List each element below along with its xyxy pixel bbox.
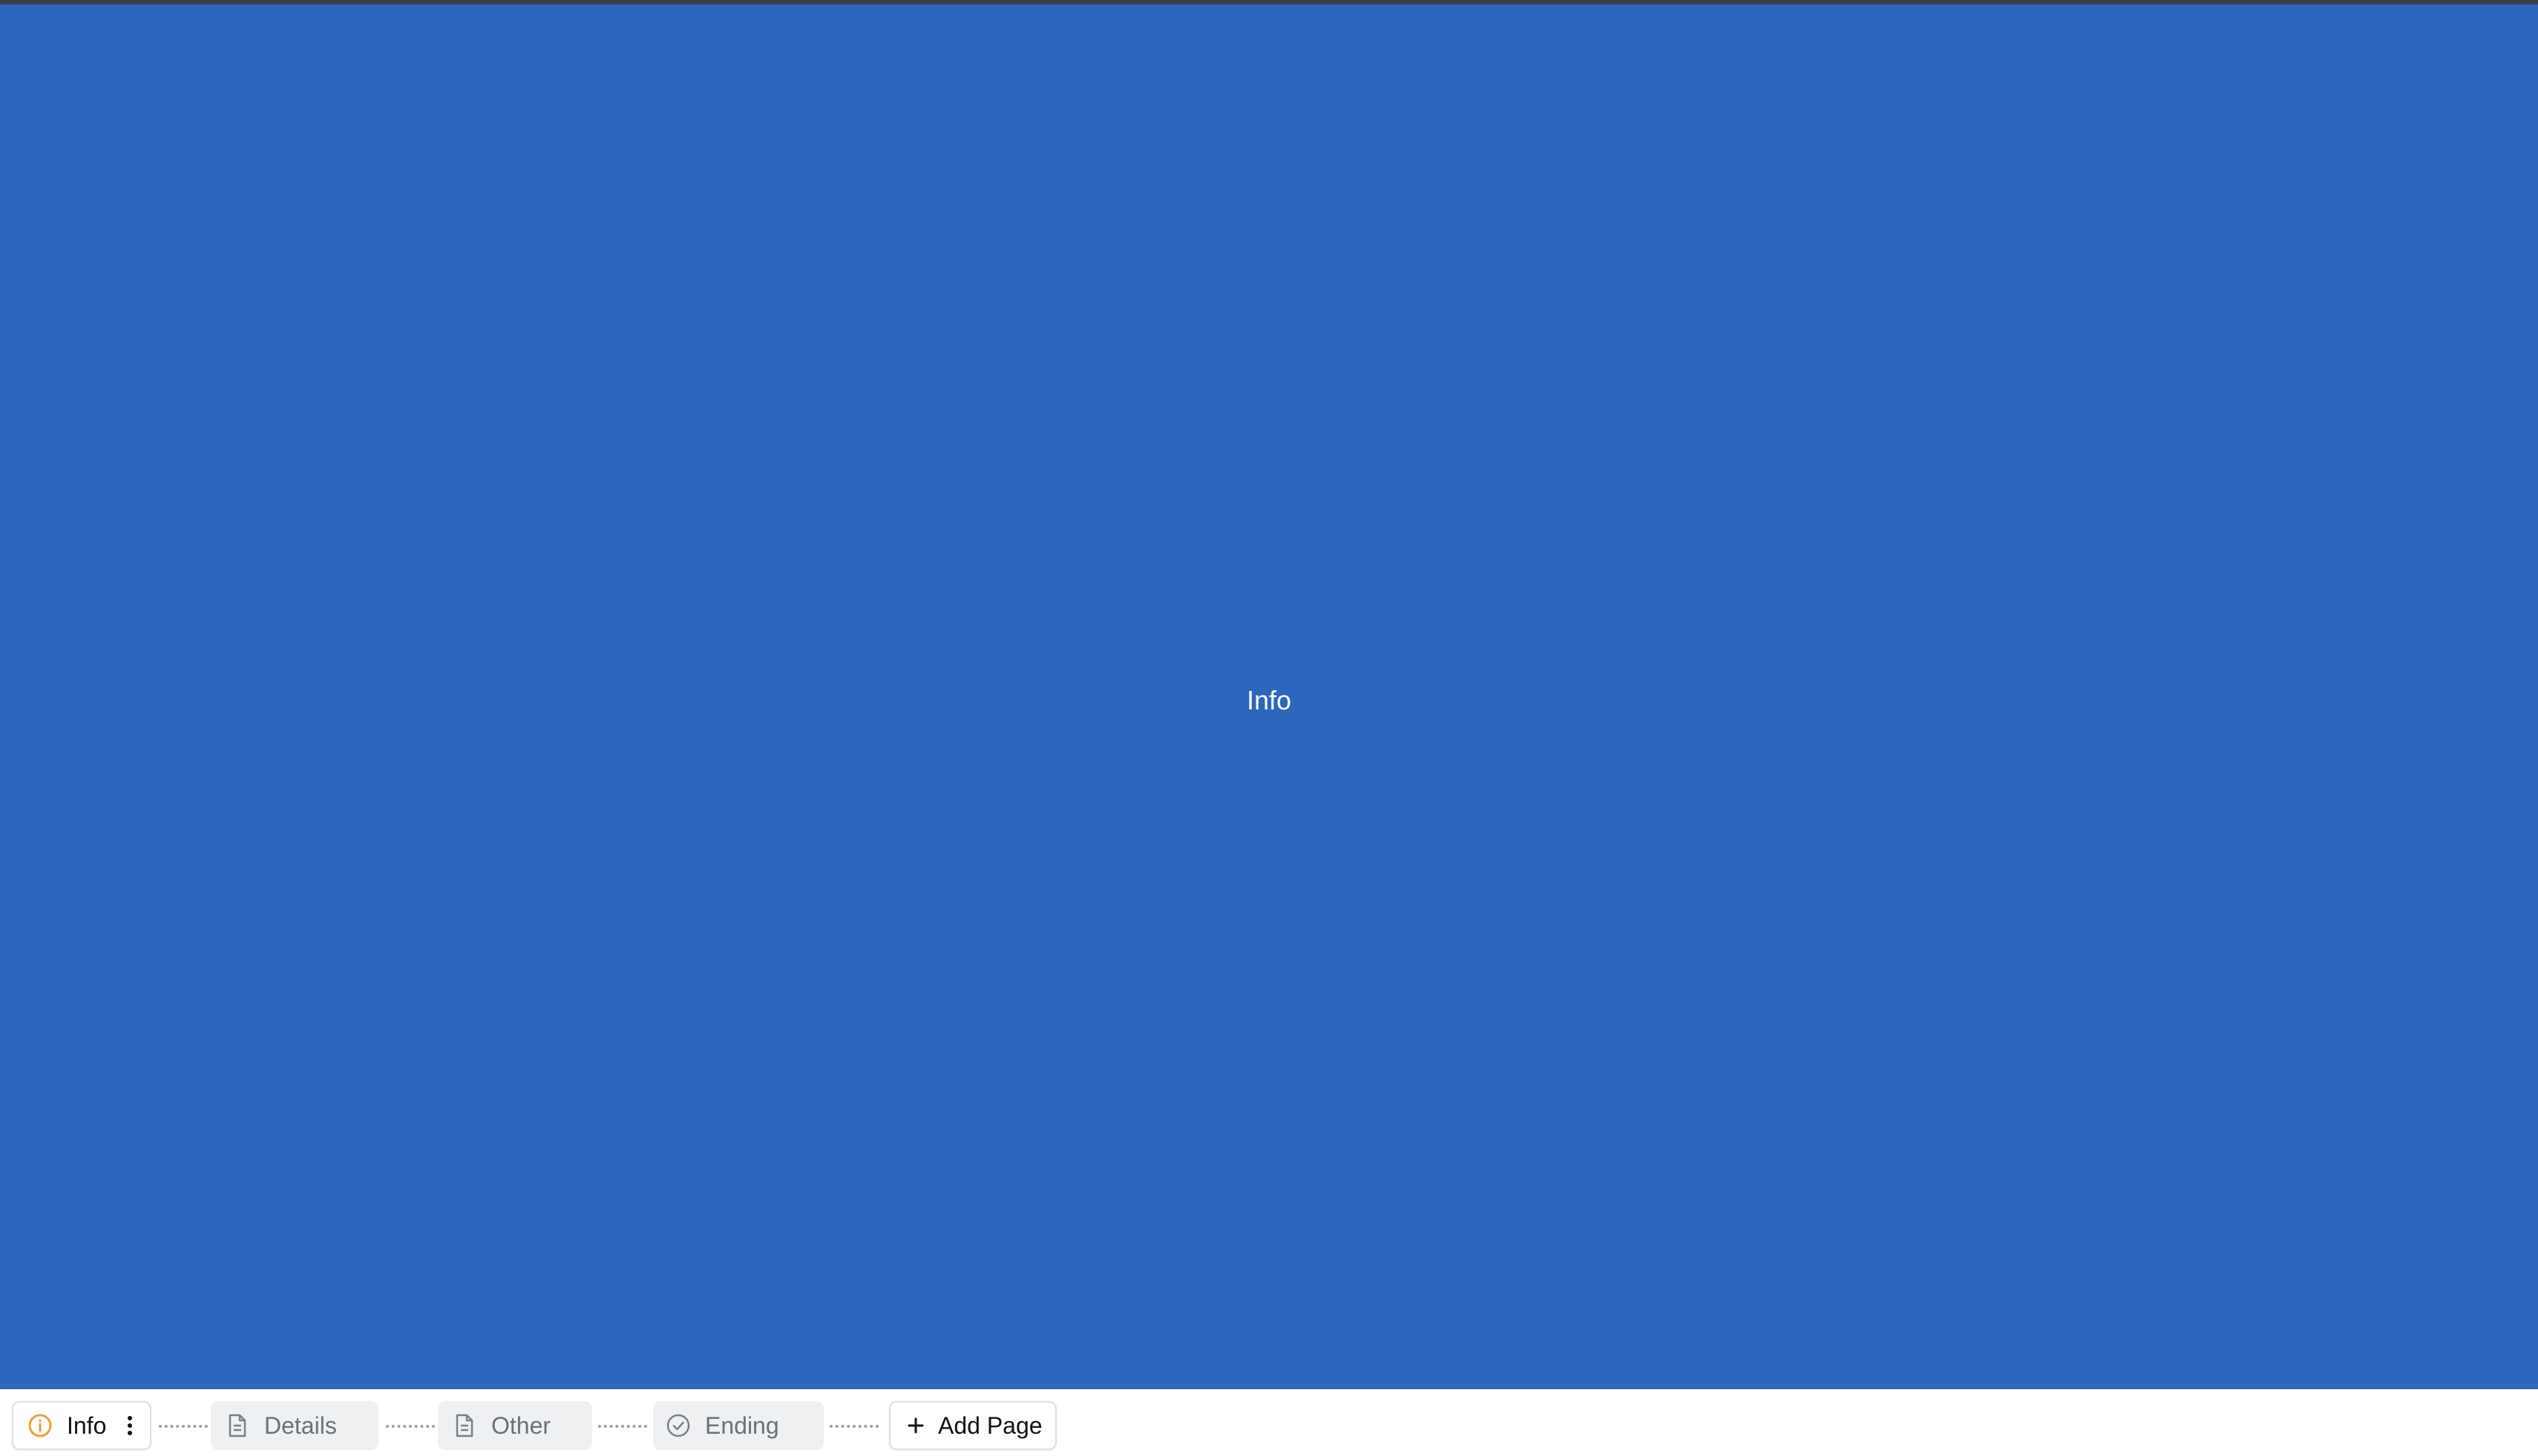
info-circle-icon xyxy=(27,1412,53,1439)
plus-icon xyxy=(905,1415,926,1436)
page-tab-details[interactable]: Details xyxy=(211,1401,378,1450)
canvas-page-title: Info xyxy=(1246,685,1292,715)
page-connector xyxy=(159,1425,208,1428)
page-connector xyxy=(830,1425,879,1428)
check-circle-icon xyxy=(665,1412,692,1439)
page-canvas[interactable]: Info xyxy=(0,4,2538,1389)
add-page-button[interactable]: Add Page xyxy=(889,1401,1057,1450)
page-tab-label: Other xyxy=(491,1411,551,1439)
page-navigation-bar: Info Details Other Ending Add Page xyxy=(0,1389,2538,1456)
add-page-label: Add Page xyxy=(938,1411,1043,1439)
page-tab-info[interactable]: Info xyxy=(12,1401,151,1450)
page-connector xyxy=(386,1425,435,1428)
document-icon xyxy=(451,1412,478,1439)
more-options-icon[interactable] xyxy=(122,1412,137,1439)
page-connector xyxy=(598,1425,647,1428)
page-tab-ending[interactable]: Ending xyxy=(653,1401,824,1450)
page-tab-label: Ending xyxy=(705,1411,779,1439)
page-tab-other[interactable]: Other xyxy=(438,1401,592,1450)
page-tab-label: Info xyxy=(67,1411,107,1439)
document-icon xyxy=(224,1412,251,1439)
page-tab-label: Details xyxy=(264,1411,337,1439)
